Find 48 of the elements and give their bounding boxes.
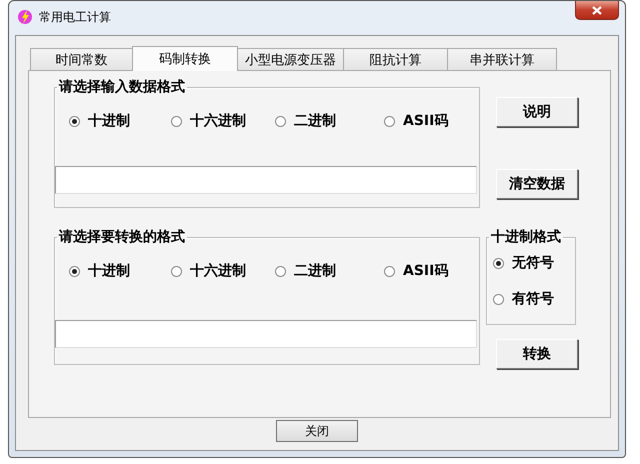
group-title: 十进制格式 xyxy=(490,228,562,246)
radio-option[interactable]: ASII码 xyxy=(384,260,448,282)
radio-label: ASII码 xyxy=(403,112,448,130)
radio-option[interactable]: 二进制 xyxy=(275,110,384,132)
close-button[interactable] xyxy=(575,1,619,20)
radio-button[interactable] xyxy=(493,258,504,268)
radio-label: 二进制 xyxy=(294,262,336,280)
group-title: 请选择输入数据格式 xyxy=(58,78,186,96)
radio-button[interactable] xyxy=(384,116,395,126)
radio-label: 二进制 xyxy=(294,112,336,130)
tab[interactable]: 串并联计算 xyxy=(447,48,557,70)
radio-button[interactable] xyxy=(275,116,286,126)
radio-option[interactable]: 十六进制 xyxy=(171,110,275,132)
radio-label: 十进制 xyxy=(88,262,130,280)
radio-button[interactable] xyxy=(171,266,182,276)
tab[interactable]: 小型电源变压器 xyxy=(237,48,344,70)
radio-option[interactable]: 十进制 xyxy=(69,110,171,132)
radio-option[interactable]: 二进制 xyxy=(275,260,384,282)
radio-label: 无符号 xyxy=(512,254,554,272)
radio-button[interactable] xyxy=(493,294,504,304)
radio-label: 十进制 xyxy=(88,112,130,130)
radio-option[interactable]: 十六进制 xyxy=(171,260,275,282)
input-field[interactable] xyxy=(55,166,477,194)
radio-button[interactable] xyxy=(69,266,80,276)
radio-label: 有符号 xyxy=(512,290,554,308)
radio-option[interactable]: 无符号 xyxy=(493,254,575,272)
tab[interactable]: 码制转换 xyxy=(132,46,238,71)
close-button[interactable]: 关闭 xyxy=(276,420,358,442)
radio-button[interactable] xyxy=(275,266,286,276)
tab[interactable]: 时间常数 xyxy=(30,48,133,70)
output-field[interactable] xyxy=(55,320,477,348)
radio-option[interactable]: 有符号 xyxy=(493,290,575,308)
convert-button[interactable]: 转换 xyxy=(496,339,578,369)
lightning-icon xyxy=(17,9,33,25)
radio-button[interactable] xyxy=(171,116,182,126)
group-title: 请选择要转换的格式 xyxy=(58,228,186,246)
radio-button[interactable] xyxy=(69,116,80,126)
tab[interactable]: 阻抗计算 xyxy=(343,48,448,70)
help-button[interactable]: 说明 xyxy=(496,97,578,127)
clear-button[interactable]: 清空数据 xyxy=(496,169,578,199)
radio-label: ASII码 xyxy=(403,262,448,280)
radio-option[interactable]: 十进制 xyxy=(69,260,171,282)
radio-label: 十六进制 xyxy=(190,112,246,130)
radio-option[interactable]: ASII码 xyxy=(384,110,448,132)
radio-label: 十六进制 xyxy=(190,262,246,280)
window-title: 常用电工计算 xyxy=(39,8,111,26)
close-icon xyxy=(592,6,602,14)
radio-button[interactable] xyxy=(384,266,395,276)
